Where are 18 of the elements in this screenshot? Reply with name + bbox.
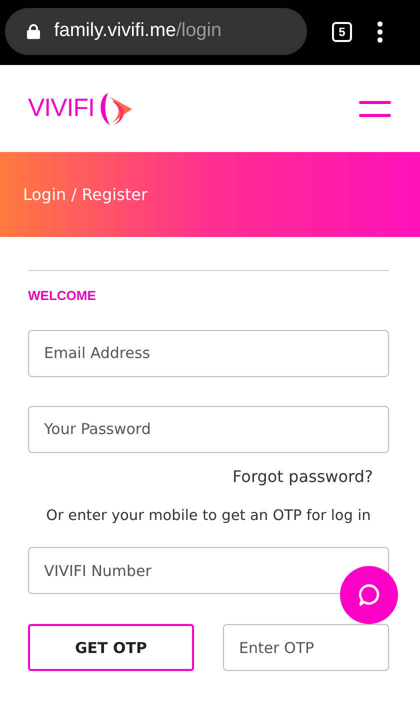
- password-field[interactable]: Your Password: [28, 406, 389, 452]
- url-host: family.vivifi.me: [54, 19, 176, 44]
- forgot-password-link[interactable]: Forgot password?: [232, 466, 373, 486]
- mobile-number-field[interactable]: VIVIFI Number: [28, 547, 389, 594]
- more-options-icon[interactable]: [377, 21, 383, 43]
- page-title: Login / Register: [23, 184, 148, 206]
- tab-count[interactable]: 5: [332, 22, 352, 42]
- address-bar[interactable]: family.vivifi.me/login: [5, 8, 307, 55]
- otp-hint-text: Or enter your mobile to get an OTP for log in: [46, 508, 371, 524]
- chat-icon: [357, 583, 381, 607]
- email-field[interactable]: Email Address: [28, 330, 389, 376]
- get-otp-button[interactable]: GET OTP: [28, 624, 194, 672]
- section-heading: WELCOME: [28, 287, 97, 305]
- otp-field[interactable]: Enter OTP: [223, 624, 389, 672]
- lock-icon: [27, 24, 40, 39]
- logo-text: VIVIFI: [28, 92, 94, 124]
- menu-icon[interactable]: [359, 100, 391, 116]
- url-path: /login: [176, 19, 222, 44]
